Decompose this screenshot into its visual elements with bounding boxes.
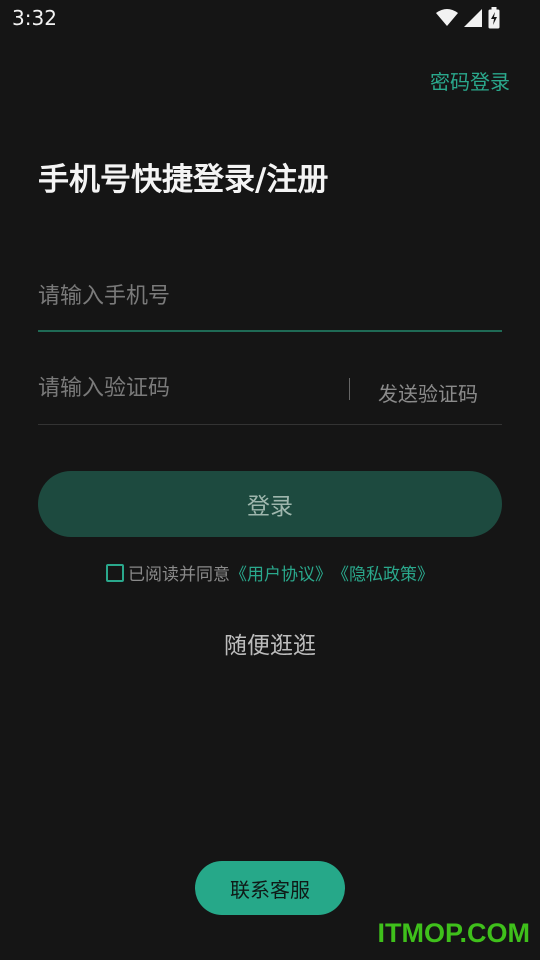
- code-field: 发送验证码: [38, 366, 502, 425]
- agreement-row: 已阅读并同意 《用户协议》 《隐私政策》: [0, 560, 540, 585]
- wifi-icon: [436, 9, 458, 27]
- agreement-checkbox[interactable]: [106, 563, 124, 582]
- privacy-policy-link[interactable]: 《隐私政策》: [332, 560, 434, 585]
- status-time: 3:32: [12, 6, 57, 30]
- status-icons: [436, 7, 500, 29]
- password-login-link[interactable]: 密码登录: [430, 66, 510, 95]
- cellular-signal-icon: [464, 9, 482, 27]
- phone-input[interactable]: [38, 278, 338, 314]
- login-button[interactable]: 登录: [38, 471, 502, 537]
- page-title: 手机号快捷登录/注册: [38, 162, 329, 198]
- verification-code-input[interactable]: [38, 370, 338, 406]
- user-agreement-link[interactable]: 《用户协议》: [230, 560, 332, 585]
- watermark-logo: ITMOP.COM: [377, 918, 530, 948]
- agreement-text: 已阅读并同意: [128, 565, 230, 585]
- phone-field: [38, 278, 502, 332]
- contact-support-button[interactable]: 联系客服: [195, 861, 345, 915]
- browse-as-guest-link[interactable]: 随便逛逛: [0, 626, 540, 660]
- battery-charging-icon: [488, 7, 500, 29]
- send-code-button[interactable]: 发送验证码: [378, 378, 478, 407]
- field-divider: [349, 378, 350, 400]
- status-bar: 3:32: [0, 0, 540, 38]
